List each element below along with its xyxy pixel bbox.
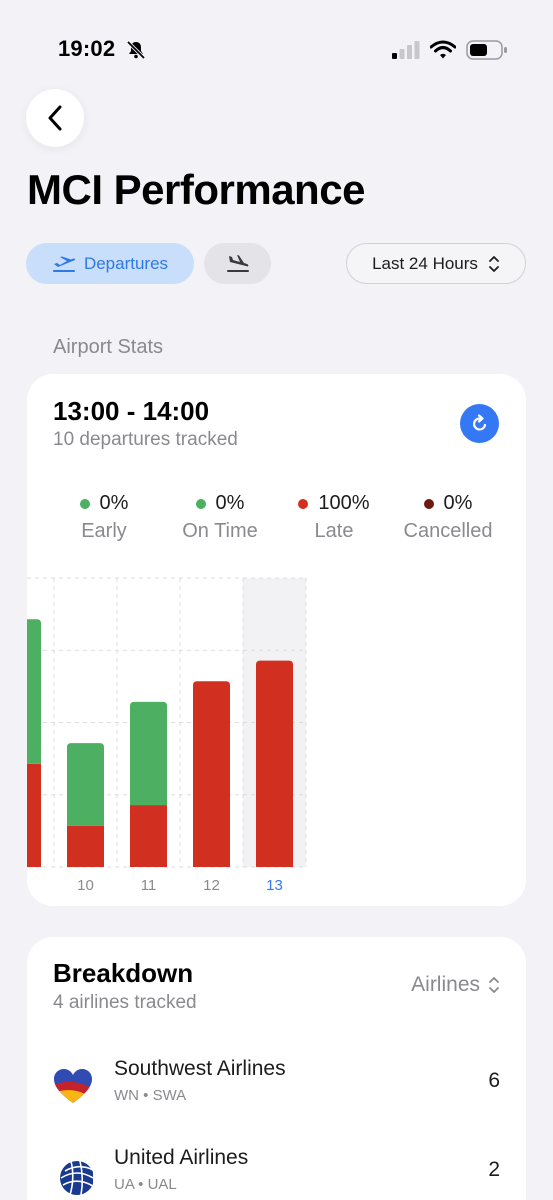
- airlines-tracked: 4 airlines tracked: [53, 992, 197, 1013]
- bar-late-10[interactable]: [67, 825, 104, 867]
- legend-label: Cancelled: [403, 520, 493, 542]
- bar-on-time-10[interactable]: [67, 743, 104, 826]
- back-button[interactable]: [26, 89, 84, 147]
- airline-codes: UA • UAL: [114, 1176, 177, 1193]
- airline-name: Southwest Airlines: [114, 1057, 286, 1080]
- cellular-signal-icon: [392, 41, 420, 59]
- status-time: 19:02: [58, 36, 116, 61]
- departures-tab[interactable]: Departures: [26, 243, 194, 284]
- bell-slash-icon: [126, 40, 146, 60]
- status-bar: 19:02: [0, 0, 553, 100]
- legend-dot: [195, 498, 206, 509]
- x-tick-label: 13: [266, 877, 283, 894]
- airport-stats-card: 13:00 - 14:00 10 departures tracked 0% E…: [27, 374, 526, 906]
- legend-dot: [79, 498, 90, 509]
- legend-value: 100%: [318, 492, 370, 514]
- x-tick-label: 12: [203, 877, 220, 894]
- refresh-button[interactable]: [460, 404, 499, 443]
- bar-late-9[interactable]: [27, 763, 41, 867]
- airline-row-southwest[interactable]: Southwest Airlines WN • SWA 6: [27, 1057, 526, 1127]
- bar-late-11[interactable]: [130, 805, 167, 867]
- wifi-icon: [430, 40, 456, 59]
- bar-on-time-9[interactable]: [27, 619, 41, 764]
- legend-value: 0%: [215, 492, 245, 514]
- chevron-up-down-icon: [489, 977, 499, 993]
- chevron-up-down-icon: [489, 255, 499, 272]
- battery-icon: [466, 40, 507, 60]
- group-by-select[interactable]: Airlines: [411, 973, 500, 997]
- time-range-label: Last 24 Hours: [372, 253, 478, 273]
- legend-value: 0%: [443, 492, 473, 514]
- airline-codes: WN • SWA: [114, 1087, 187, 1104]
- airline-count: 6: [488, 1069, 500, 1092]
- legend-value: 0%: [99, 492, 129, 514]
- x-tick-label: 10: [77, 877, 94, 894]
- southwest-heart-logo: [54, 1069, 92, 1103]
- legend-label: Early: [81, 520, 127, 542]
- refresh-icon: [472, 413, 486, 431]
- x-tick-label: 11: [140, 877, 157, 894]
- breakdown-title: Breakdown: [53, 958, 194, 988]
- departures-label: Departures: [83, 253, 169, 273]
- legend-label: On Time: [182, 520, 258, 542]
- arrivals-tab[interactable]: [204, 243, 271, 284]
- plane-arrival-icon: [226, 254, 249, 272]
- legend-cancelled: 0% Cancelled: [393, 492, 503, 543]
- airline-count: 2: [488, 1158, 500, 1181]
- plane-departure-icon: [52, 256, 76, 272]
- airline-row-united[interactable]: United Airlines UA • UAL 2: [27, 1146, 526, 1200]
- bar-on-time-11[interactable]: [130, 701, 167, 806]
- legend-early: 0% Early: [49, 492, 159, 543]
- legend-label: Late: [314, 520, 354, 542]
- legend-dot: [298, 498, 309, 509]
- time-range-select[interactable]: Last 24 Hours: [346, 243, 526, 284]
- chevron-left-icon: [48, 105, 62, 131]
- page-title: MCI Performance: [27, 166, 365, 213]
- legend-on-time: 0% On Time: [165, 492, 275, 543]
- airport-stats-heading: Airport Stats: [53, 336, 164, 358]
- bar-late-13[interactable]: [256, 660, 293, 867]
- time-slot-title: 13:00 - 14:00: [53, 396, 210, 426]
- bar-late-12[interactable]: [193, 681, 230, 867]
- departures-bar-chart[interactable]: [27, 574, 526, 874]
- breakdown-card: Breakdown 4 airlines tracked Airlines So…: [27, 937, 526, 1200]
- legend-dot: [423, 498, 434, 509]
- airline-name: United Airlines: [114, 1146, 249, 1169]
- legend-late: 100% Late: [279, 492, 389, 543]
- group-by-label: Airlines: [411, 973, 480, 996]
- departures-tracked: 10 departures tracked: [53, 429, 238, 450]
- united-globe-logo: [53, 1156, 93, 1196]
